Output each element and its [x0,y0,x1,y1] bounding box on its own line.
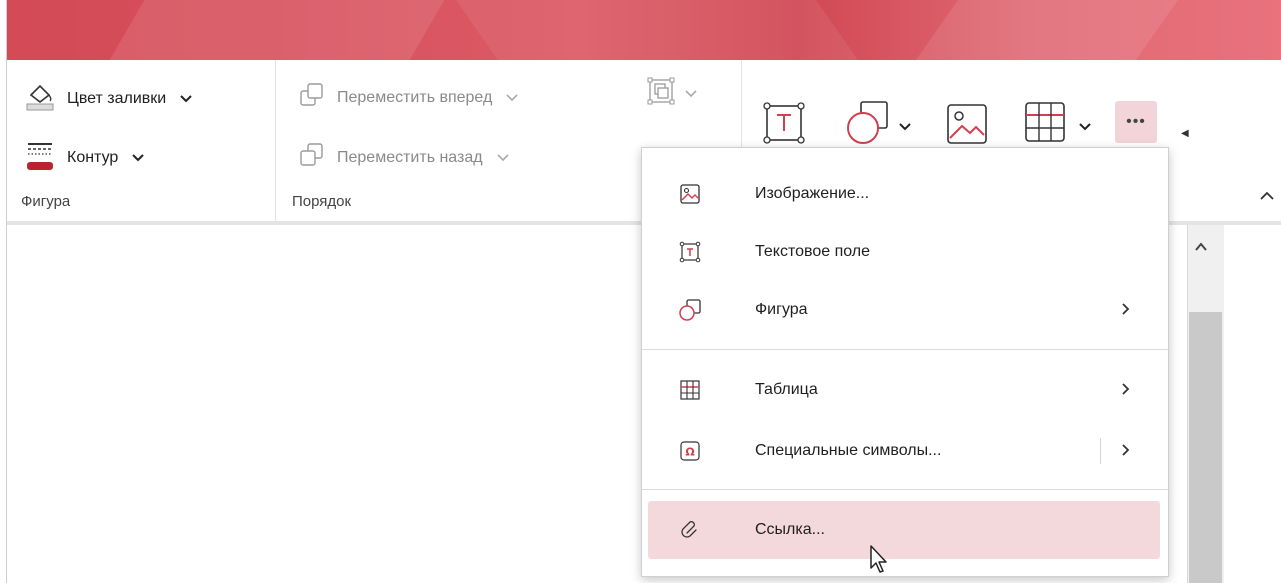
submenu-separator [1100,438,1101,464]
menu-item-image[interactable]: Изображение... [648,165,1160,223]
image-icon[interactable] [945,102,989,151]
send-backward-button[interactable]: Переместить назад [299,142,509,173]
svg-text:Ω: Ω [685,446,695,459]
right-pane [1224,225,1281,583]
menu-divider [642,489,1170,490]
fill-color-label: Цвет заливки [67,89,167,107]
outline-label: Контур [67,148,119,166]
menu-item-shape[interactable]: Фигура [648,281,1160,339]
order-group-label: Порядок [292,193,352,210]
menu-item-label: Фигура [755,301,808,318]
fill-color-button[interactable]: Цвет заливки [25,80,192,117]
chevron-down-icon[interactable] [180,91,192,106]
chevron-down-icon[interactable] [132,150,144,165]
fill-bucket-icon [25,80,55,117]
collapse-ribbon-icon[interactable] [1260,188,1274,204]
menu-divider [642,349,1170,350]
menu-item-text-box[interactable]: Текстовое поле [648,223,1160,281]
more-button[interactable]: ••• [1115,101,1157,143]
chevron-right-icon [1122,302,1130,319]
menu-item-label: Ссылка... [755,521,825,538]
group-separator [275,60,276,222]
group-objects-button[interactable] [647,77,697,110]
menu-item-label: Специальные символы... [755,442,942,459]
scroll-up-icon[interactable] [1195,238,1207,254]
chevron-down-icon[interactable] [497,150,509,165]
bring-forward-button[interactable]: Переместить вперед [299,82,518,113]
chevron-down-icon[interactable] [1079,118,1091,136]
shapes-icon[interactable] [843,98,893,153]
figure-group-label: Фигура [21,193,71,210]
title-bar [7,0,1281,60]
link-icon [676,516,704,544]
chevron-right-icon[interactable] [1122,443,1130,460]
table-icon[interactable] [1023,100,1067,149]
send-backward-label: Переместить назад [337,148,483,166]
menu-item-label: Изображение... [755,185,870,202]
text-box-icon [676,238,704,266]
menu-item-label: Текстовое поле [755,243,871,260]
menu-item-link[interactable]: Ссылка... [648,501,1160,559]
menu-item-label: Таблица [755,381,818,398]
outline-button[interactable]: Контур [25,138,144,177]
group-objects-icon [647,77,675,110]
shapes-icon [676,296,704,324]
send-backward-icon [299,142,325,173]
app-window: Цвет заливки Контур Фигура Переместить в… [6,0,1281,583]
outline-icon [25,138,55,177]
image-icon [676,180,704,208]
table-icon [676,376,704,404]
text-box-icon[interactable] [761,100,807,151]
chevron-down-icon[interactable] [506,90,518,105]
chevron-down-icon[interactable] [685,86,697,101]
mouse-cursor-icon [869,544,891,581]
menu-item-special-characters[interactable]: Ω Специальные символы... [648,422,1160,480]
bring-forward-label: Переместить вперед [337,88,493,106]
insert-more-menu: Изображение... Текстовое поле Фигура Таб… [641,147,1170,577]
chevron-right-icon [1122,382,1130,399]
bring-forward-icon [299,82,325,113]
omega-icon: Ω [676,437,704,465]
chevron-down-icon[interactable] [899,118,911,136]
menu-item-table[interactable]: Таблица [648,361,1160,419]
scrollbar-thumb[interactable] [1189,312,1222,583]
caret-left-icon[interactable]: ◀ [1181,128,1189,139]
